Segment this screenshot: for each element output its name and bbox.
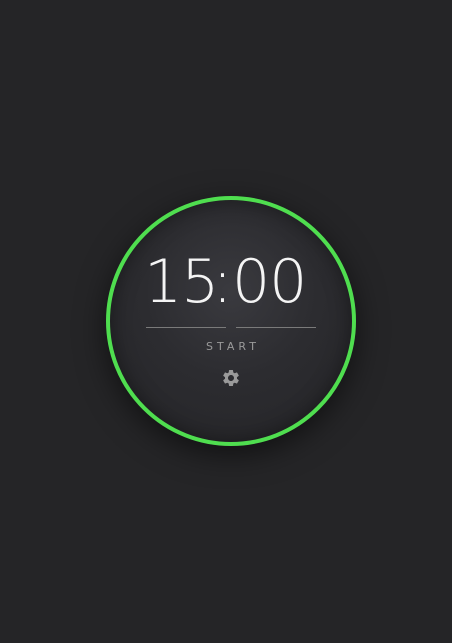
time-display: 15 : 00 — [110, 252, 352, 312]
minutes-value[interactable]: 15 — [144, 252, 219, 312]
gear-icon — [223, 370, 239, 386]
start-button[interactable]: START — [110, 340, 352, 353]
time-separator: : — [212, 247, 232, 317]
minutes-underline — [146, 327, 226, 328]
seconds-underline — [236, 327, 316, 328]
settings-button[interactable] — [221, 368, 241, 388]
timer-ring: 15 : 00 START — [106, 196, 356, 446]
seconds-value[interactable]: 00 — [232, 252, 318, 312]
